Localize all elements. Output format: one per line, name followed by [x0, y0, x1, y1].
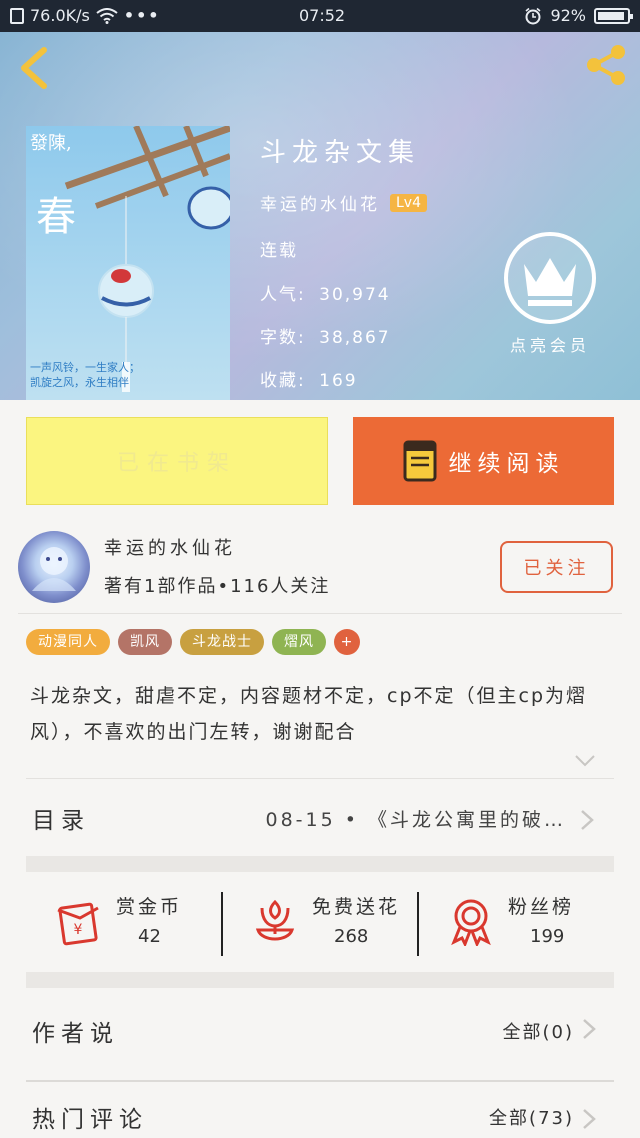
- tag-list: 动漫同人 凯风 斗龙战士 熠风 +: [26, 629, 360, 655]
- book-status: 连载: [260, 241, 298, 261]
- chevron-right-icon: [581, 810, 594, 830]
- popularity-value: 30,974: [319, 285, 391, 305]
- status-bar: 76.0K/s ••• 07:52 92%: [0, 0, 640, 32]
- popularity-label: 人气:: [260, 285, 306, 305]
- book-header: 發陳, 春 一声风铃，一生家人； 凯旋之风，永生相伴 斗龙杂文集 幸运的水仙花 …: [0, 32, 640, 400]
- book-icon: [403, 440, 436, 482]
- stats-bar: ¥ 赏金币 42 免费送花 268 粉丝榜 199: [26, 872, 614, 988]
- continue-reading-button[interactable]: 继续阅读: [353, 417, 614, 505]
- cover-art-image: [64, 126, 230, 392]
- author-stats: 著有1部作品•116人关注: [104, 576, 331, 597]
- cover-subtitle-line2: 凯旋之风，永生相伴: [30, 376, 129, 389]
- add-tag-button[interactable]: +: [334, 629, 360, 655]
- hot-comments-label: 热门评论: [32, 1107, 148, 1133]
- book-title: 斗龙杂文集: [260, 138, 421, 168]
- avatar-image: [32, 547, 76, 591]
- cover-subtitle: 一声风铃，一生家人； 凯旋之风，永生相伴: [30, 360, 140, 390]
- divider: [18, 613, 622, 614]
- cover-title: 春: [36, 194, 76, 240]
- svg-text:¥: ¥: [74, 922, 83, 938]
- book-cover[interactable]: 發陳, 春 一声风铃，一生家人； 凯旋之风，永生相伴: [26, 126, 230, 400]
- favorites-value: 169: [319, 371, 358, 391]
- word-count-label: 字数:: [260, 328, 306, 348]
- catalog-row[interactable]: 目录 08-15 • 《斗龙公寓里的破…: [26, 778, 614, 856]
- wifi-icon: [96, 8, 118, 24]
- stat-value: 42: [138, 926, 161, 947]
- follow-button[interactable]: 已关注: [500, 541, 613, 593]
- book-author[interactable]: 幸运的水仙花: [260, 190, 380, 215]
- network-speed: 76.0K/s: [30, 6, 90, 25]
- tag-item[interactable]: 熠风: [272, 629, 326, 655]
- latest-chapter[interactable]: 08-15 • 《斗龙公寓里的破…: [266, 805, 567, 832]
- vip-crown-icon[interactable]: [500, 230, 600, 326]
- chevron-right-icon: [583, 1109, 596, 1129]
- word-count-value: 38,867: [319, 328, 391, 348]
- section-separator: [26, 856, 614, 872]
- back-icon[interactable]: [14, 44, 54, 92]
- catalog-label: 目录: [32, 808, 90, 834]
- tag-item[interactable]: 斗龙战士: [180, 629, 264, 655]
- fan-ranking-stat[interactable]: 粉丝榜 199: [418, 872, 614, 988]
- popularity-row: 人气: 30,974: [260, 280, 391, 305]
- section-separator: [26, 972, 614, 988]
- continue-reading-label: 继续阅读: [448, 451, 565, 477]
- book-description: 斗龙杂文，甜虐不定，内容题材不定，cp不定（但主cp为熠风），不喜欢的出门左转，…: [30, 685, 588, 743]
- medal-icon: [451, 899, 491, 946]
- share-icon[interactable]: [582, 42, 630, 88]
- hot-comments-all-link[interactable]: 全部(73): [489, 1104, 574, 1130]
- reward-coins-stat[interactable]: ¥ 赏金币 42: [26, 872, 222, 988]
- chevron-right-icon: [583, 1019, 596, 1039]
- stat-label: 赏金币: [116, 896, 183, 918]
- status-left: 76.0K/s •••: [10, 6, 161, 26]
- author-level-badge: Lv4: [390, 193, 427, 212]
- alarm-icon: [525, 7, 541, 25]
- stat-label: 免费送花: [312, 896, 401, 918]
- stat-value: 199: [530, 926, 565, 947]
- battery-percent: 92%: [550, 6, 586, 25]
- avatar[interactable]: [18, 531, 90, 603]
- favorites-row: 收藏: 169: [260, 366, 358, 391]
- author-says-label: 作者说: [32, 1021, 119, 1047]
- sim-icon: [10, 8, 24, 24]
- on-shelf-button[interactable]: 已在书架: [26, 417, 328, 505]
- book-author-line: 幸运的水仙花 Lv4: [260, 190, 427, 215]
- free-flower-stat[interactable]: 免费送花 268: [222, 872, 418, 988]
- favorites-label: 收藏:: [260, 371, 306, 391]
- word-count-row: 字数: 38,867: [260, 323, 391, 348]
- hot-comments-row[interactable]: 热门评论 全部(73): [26, 1082, 614, 1138]
- cover-subtitle-line1: 一声风铃，一生家人；: [30, 361, 140, 374]
- stat-value: 268: [334, 926, 369, 947]
- tag-item[interactable]: 凯风: [118, 629, 172, 655]
- cover-top-text: 發陳,: [30, 133, 72, 154]
- red-envelope-icon: ¥: [57, 902, 99, 946]
- author-name[interactable]: 幸运的水仙花: [104, 534, 236, 560]
- chevron-down-icon[interactable]: [574, 754, 596, 768]
- battery-icon: [594, 8, 633, 24]
- tag-item[interactable]: 动漫同人: [26, 629, 110, 655]
- author-says-row[interactable]: 作者说 全部(0): [26, 988, 614, 1078]
- clock: 07:52: [299, 6, 346, 25]
- vip-label[interactable]: 点亮会员: [510, 332, 590, 356]
- more-dots-icon: •••: [123, 6, 161, 25]
- author-says-all-link[interactable]: 全部(0): [503, 1018, 575, 1044]
- status-right: 92%: [524, 6, 633, 26]
- stat-label: 粉丝榜: [508, 896, 575, 918]
- flower-icon: [255, 899, 295, 941]
